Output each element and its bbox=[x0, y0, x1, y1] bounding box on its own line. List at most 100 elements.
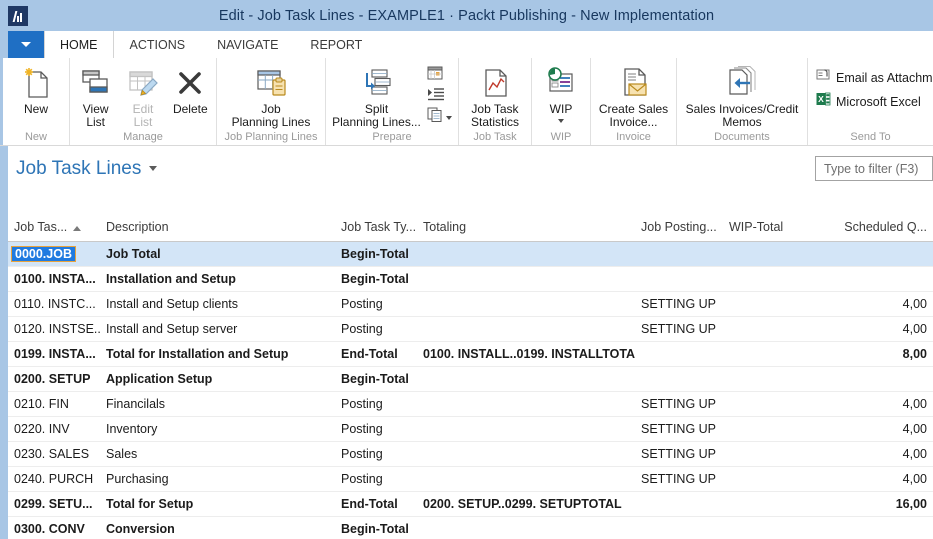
cell-scheduled-qty[interactable]: 4,00 bbox=[789, 441, 933, 467]
cell-job-task-no[interactable]: 0110. INSTC... bbox=[8, 291, 100, 317]
cell-wip-total[interactable] bbox=[723, 316, 789, 342]
cell-scheduled-qty[interactable] bbox=[789, 266, 933, 292]
table-row[interactable]: 0000.JOB Job Total Begin-Total bbox=[8, 241, 933, 267]
cell-scheduled-qty[interactable] bbox=[789, 366, 933, 392]
cell-job-posting-group[interactable] bbox=[635, 341, 723, 367]
table-row[interactable]: 0230. SALES Sales Posting SETTING UP 4,00 bbox=[8, 441, 933, 467]
calendar-button[interactable] bbox=[427, 66, 452, 84]
cell-job-task-type[interactable]: Begin-Total bbox=[335, 266, 417, 292]
cell-job-posting-group[interactable] bbox=[635, 241, 723, 267]
cell-wip-total[interactable] bbox=[723, 291, 789, 317]
cell-wip-total[interactable] bbox=[723, 416, 789, 442]
indent-button[interactable] bbox=[427, 87, 452, 105]
table-row[interactable]: 0100. INSTA... Installation and Setup Begi… bbox=[8, 266, 933, 292]
cell-job-task-type[interactable]: Posting bbox=[335, 316, 417, 342]
copy-button[interactable] bbox=[427, 107, 452, 126]
cell-totaling[interactable] bbox=[417, 466, 635, 492]
microsoft-excel-button[interactable]: X Microsoft Excel bbox=[816, 92, 933, 111]
cell-job-posting-group[interactable] bbox=[635, 366, 723, 392]
tab-actions[interactable]: ACTIONS bbox=[114, 31, 202, 58]
cell-job-task-type[interactable]: End-Total bbox=[335, 341, 417, 367]
table-row[interactable]: 0120. INSTSE... Install and Setup server P… bbox=[8, 316, 933, 342]
email-as-attachment-button[interactable]: Email as Attachme bbox=[816, 68, 933, 87]
table-row[interactable]: 0210. FIN Financilals Posting SETTING UP 4,0… bbox=[8, 391, 933, 417]
cell-totaling[interactable] bbox=[417, 416, 635, 442]
cell-totaling[interactable] bbox=[417, 391, 635, 417]
cell-wip-total[interactable] bbox=[723, 241, 789, 267]
tab-home[interactable]: HOME bbox=[44, 31, 114, 58]
cell-job-task-type[interactable]: Begin-Total bbox=[335, 516, 417, 539]
cell-totaling[interactable]: 0200. SETUP..0299. SETUPTOTAL bbox=[417, 491, 635, 517]
cell-job-task-no[interactable]: 0300. CONV bbox=[8, 516, 100, 539]
cell-job-task-no[interactable]: 0240. PURCH bbox=[8, 466, 100, 492]
cell-description[interactable]: Job Total bbox=[100, 241, 335, 267]
cell-job-posting-group[interactable] bbox=[635, 266, 723, 292]
cell-job-task-type[interactable]: Posting bbox=[335, 416, 417, 442]
cell-job-task-no[interactable]: 0210. FIN bbox=[8, 391, 100, 417]
cell-job-task-type[interactable]: Begin-Total bbox=[335, 241, 417, 267]
table-row[interactable]: 0200. SETUP Application Setup Begin-Total bbox=[8, 366, 933, 392]
cell-description[interactable]: Total for Setup bbox=[100, 491, 335, 517]
cell-wip-total[interactable] bbox=[723, 491, 789, 517]
column-header-job-task-no[interactable]: Job Tas... bbox=[8, 215, 100, 242]
filter-input[interactable]: Type to filter (F3) bbox=[815, 156, 933, 181]
cell-job-task-type[interactable]: Posting bbox=[335, 441, 417, 467]
cell-totaling[interactable] bbox=[417, 366, 635, 392]
cell-job-posting-group[interactable] bbox=[635, 516, 723, 539]
cell-totaling[interactable] bbox=[417, 241, 635, 267]
column-header-description[interactable]: Description bbox=[100, 215, 335, 242]
cell-description[interactable]: Total for Installation and Setup bbox=[100, 341, 335, 367]
cell-totaling[interactable] bbox=[417, 291, 635, 317]
table-row[interactable]: 0110. INSTC... Install and Setup clients P… bbox=[8, 291, 933, 317]
column-header-job-posting-group[interactable]: Job Posting... bbox=[635, 215, 723, 242]
cell-scheduled-qty[interactable]: 4,00 bbox=[789, 291, 933, 317]
cell-totaling[interactable] bbox=[417, 441, 635, 467]
cell-description[interactable]: Conversion bbox=[100, 516, 335, 539]
cell-job-task-no[interactable]: 0000.JOB bbox=[8, 241, 100, 267]
cell-job-posting-group[interactable]: SETTING UP bbox=[635, 416, 723, 442]
cell-job-posting-group[interactable]: SETTING UP bbox=[635, 316, 723, 342]
table-row[interactable]: 0300. CONV Conversion Begin-Total bbox=[8, 516, 933, 539]
cell-job-task-no[interactable]: 0120. INSTSE... bbox=[8, 316, 100, 342]
split-planning-lines-button[interactable]: Split Planning Lines... bbox=[328, 62, 425, 129]
cell-job-task-no[interactable]: 0100. INSTA... bbox=[8, 266, 100, 292]
column-header-job-task-type[interactable]: Job Task Ty... bbox=[335, 215, 417, 242]
cell-job-posting-group[interactable]: SETTING UP bbox=[635, 466, 723, 492]
chevron-down-icon[interactable] bbox=[149, 166, 158, 172]
cell-job-task-type[interactable]: Posting bbox=[335, 466, 417, 492]
quick-access-dropdown-button[interactable] bbox=[8, 31, 44, 58]
view-list-button[interactable]: View List bbox=[72, 62, 119, 129]
cell-description[interactable]: Financilals bbox=[100, 391, 335, 417]
create-sales-invoice-button[interactable]: Create Sales Invoice... bbox=[593, 62, 674, 129]
cell-description[interactable]: Sales bbox=[100, 441, 335, 467]
cell-job-posting-group[interactable]: SETTING UP bbox=[635, 391, 723, 417]
cell-job-task-type[interactable]: End-Total bbox=[335, 491, 417, 517]
cell-wip-total[interactable] bbox=[723, 341, 789, 367]
table-row[interactable]: 0240. PURCH Purchasing Posting SETTING UP 4,… bbox=[8, 466, 933, 492]
cell-description[interactable]: Install and Setup clients bbox=[100, 291, 335, 317]
tab-navigate[interactable]: NAVIGATE bbox=[201, 31, 294, 58]
cell-wip-total[interactable] bbox=[723, 391, 789, 417]
cell-scheduled-qty[interactable]: 4,00 bbox=[789, 416, 933, 442]
cell-totaling[interactable]: 0100. INSTALL..0199. INSTALLTOTAL bbox=[417, 341, 635, 367]
cell-scheduled-qty[interactable]: 4,00 bbox=[789, 466, 933, 492]
cell-wip-total[interactable] bbox=[723, 266, 789, 292]
sales-invoices-credit-memos-button[interactable]: Sales Invoices/Credit Memos bbox=[679, 62, 805, 129]
cell-scheduled-qty[interactable] bbox=[789, 241, 933, 267]
cell-scheduled-qty[interactable]: 4,00 bbox=[789, 316, 933, 342]
cell-job-task-type[interactable]: Begin-Total bbox=[335, 366, 417, 392]
job-task-statistics-button[interactable]: Job Task Statistics bbox=[461, 62, 529, 129]
cell-job-task-type[interactable]: Posting bbox=[335, 391, 417, 417]
cell-job-posting-group[interactable]: SETTING UP bbox=[635, 291, 723, 317]
cell-job-task-no[interactable]: 0199. INSTA... bbox=[8, 341, 100, 367]
cell-job-posting-group[interactable] bbox=[635, 491, 723, 517]
edit-list-button[interactable]: Edit List bbox=[119, 62, 166, 129]
cell-wip-total[interactable] bbox=[723, 516, 789, 539]
cell-job-task-no[interactable]: 0200. SETUP bbox=[8, 366, 100, 392]
cell-job-task-no[interactable]: 0220. INV bbox=[8, 416, 100, 442]
column-header-wip-total[interactable]: WIP-Total bbox=[723, 215, 789, 242]
cell-totaling[interactable] bbox=[417, 516, 635, 539]
cell-description[interactable]: Installation and Setup bbox=[100, 266, 335, 292]
cell-scheduled-qty[interactable] bbox=[789, 516, 933, 539]
table-row[interactable]: 0220. INV Inventory Posting SETTING UP 4,00 bbox=[8, 416, 933, 442]
